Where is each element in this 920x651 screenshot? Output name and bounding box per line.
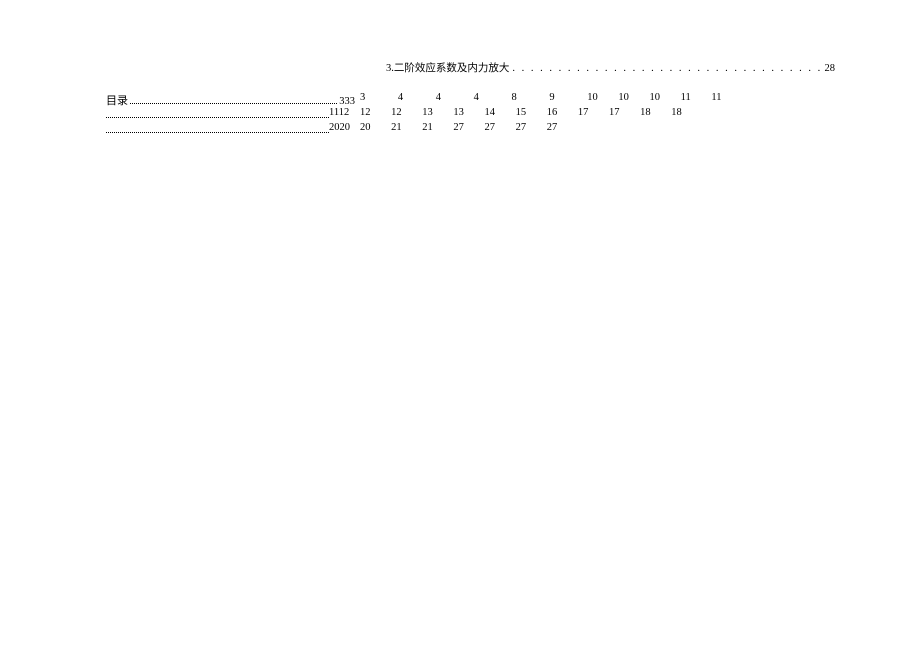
num-cell: 16 [547, 107, 558, 118]
num-cell: 12 [360, 107, 371, 118]
num-cell: 21 [422, 122, 433, 133]
toc-entry-label: 3.二阶效应系数及内力放大 [386, 60, 509, 75]
num-cell: 10 [587, 92, 598, 103]
toc-heading-leader [130, 103, 337, 104]
num-cell: 27 [485, 122, 496, 133]
num-cell: 4 [436, 92, 441, 103]
num-cell: 17 [609, 107, 620, 118]
num-cell: 27 [547, 122, 558, 133]
toc-entry-leader-dots: . . . . . . . . . . . . . . . . . . . . … [512, 63, 821, 74]
num-cell: 18 [640, 107, 651, 118]
num-cell: 3 [360, 92, 365, 103]
num-cell: 10 [618, 92, 629, 103]
toc-heading-label: 目录 [106, 92, 128, 108]
num-cell: 20 [360, 122, 371, 133]
toc-entry-page: 28 [825, 63, 836, 74]
number-row-3: 20 21 21 27 27 27 27 [360, 122, 575, 133]
num-cell: 11 [711, 92, 721, 103]
num-cell: 4 [398, 92, 403, 103]
toc-heading-number: 333 [339, 96, 355, 107]
number-row-1: 3 4 4 4 8 9 10 10 10 11 11 [360, 92, 740, 103]
leader-line-2 [106, 117, 329, 118]
number-row-2: 12 12 13 13 14 15 16 17 17 18 18 [360, 107, 700, 118]
toc-heading-row: 目录 333 [106, 92, 355, 108]
leader-line-3 [106, 132, 329, 133]
num-cell: 21 [391, 122, 402, 133]
num-cell: 10 [650, 92, 661, 103]
num-cell: 4 [474, 92, 479, 103]
num-cell: 15 [516, 107, 527, 118]
num-cell: 13 [422, 107, 433, 118]
toc-entry-section-3: 3.二阶效应系数及内力放大 . . . . . . . . . . . . . … [386, 60, 835, 75]
num-cell: 18 [671, 107, 682, 118]
num-cell: 27 [453, 122, 464, 133]
row2-left-number: 1112 [329, 107, 349, 118]
row3-left-number: 2020 [329, 122, 350, 133]
num-cell: 11 [681, 92, 691, 103]
num-cell: 14 [485, 107, 496, 118]
num-cell: 9 [549, 92, 554, 103]
num-cell: 12 [391, 107, 402, 118]
num-cell: 8 [512, 92, 517, 103]
num-cell: 13 [453, 107, 464, 118]
num-cell: 17 [578, 107, 589, 118]
num-cell: 27 [516, 122, 527, 133]
